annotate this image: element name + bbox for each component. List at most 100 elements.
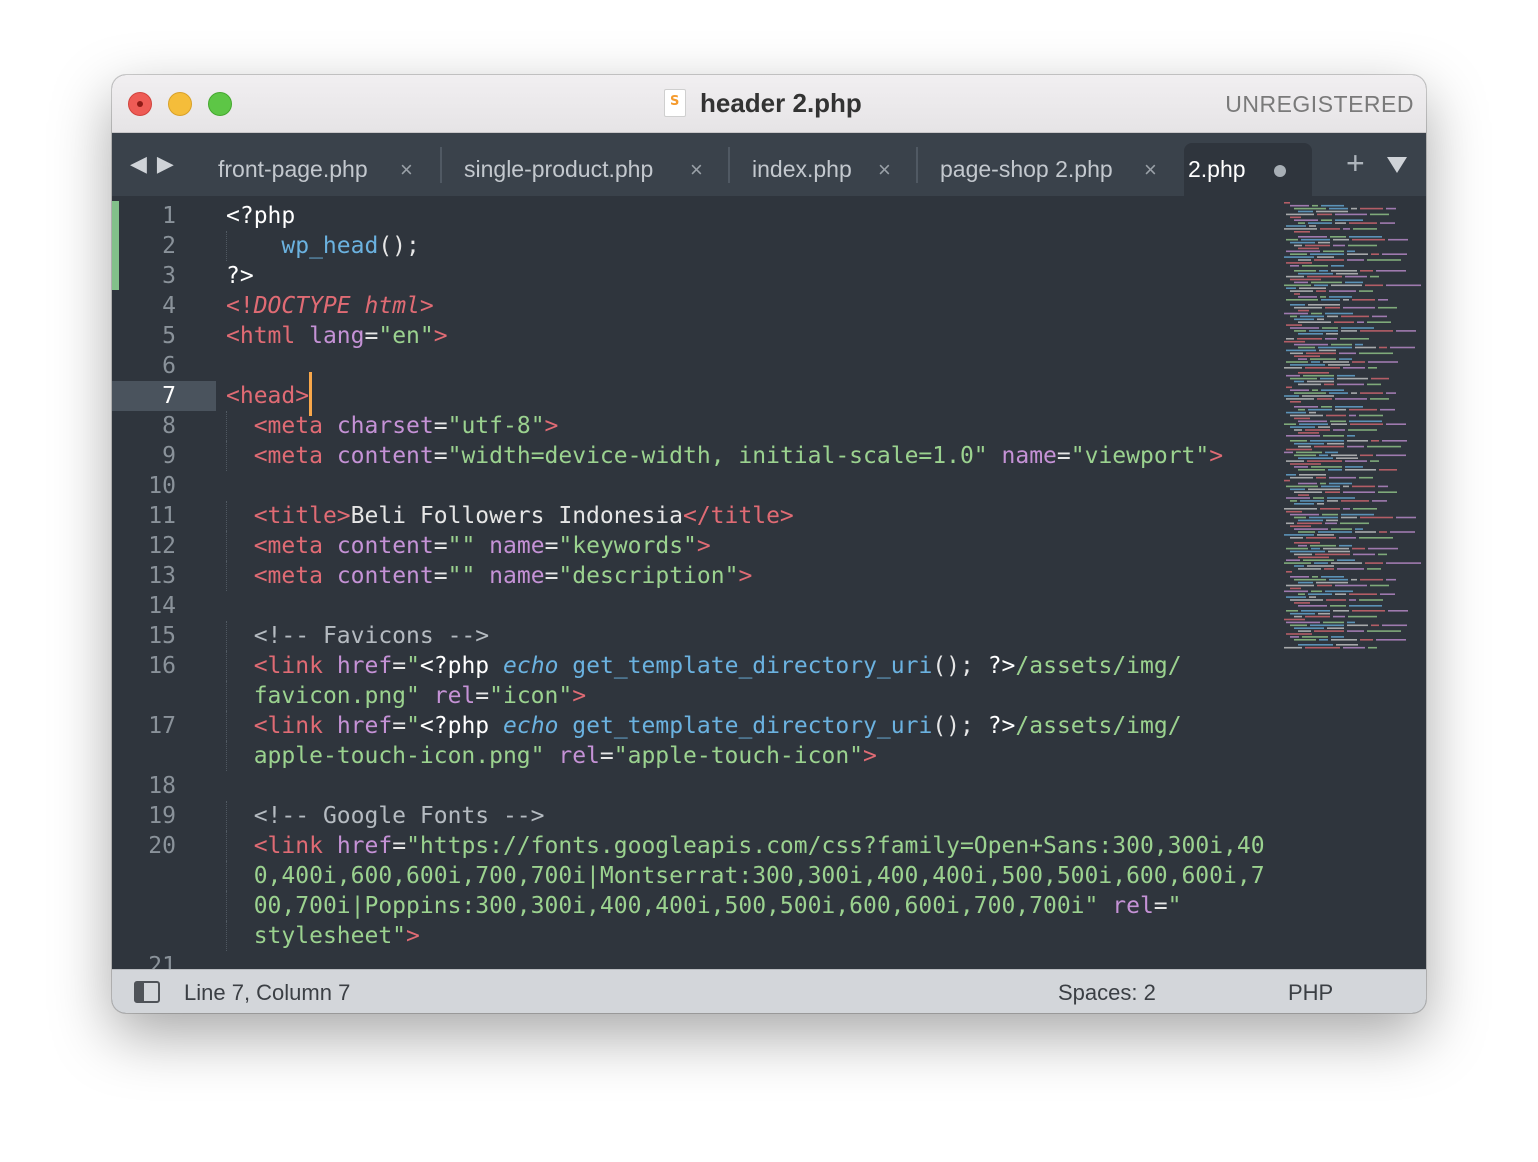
minimap-stroke [1311, 466, 1342, 468]
minimap-stroke [1322, 327, 1338, 329]
minimap-stroke [1360, 330, 1393, 332]
code-line-3[interactable]: 3 ?> [112, 261, 1282, 291]
tab-dropdown-icon[interactable] [1387, 157, 1407, 173]
code-line-6[interactable]: 6 [112, 351, 1282, 381]
minimap-stroke [1286, 448, 1312, 451]
minimap[interactable] [1282, 196, 1426, 656]
code-line-wrap[interactable]: apple-touch-icon.png" rel="apple-touch-i… [112, 741, 1282, 771]
minimap-stroke [1298, 247, 1319, 250]
close-icon[interactable]: × [1144, 157, 1157, 183]
minimap-stroke [1286, 338, 1294, 340]
minimap-stroke [1379, 346, 1387, 349]
minimap-stroke [1333, 615, 1345, 618]
code-line-20[interactable]: 20 <link href="https://fonts.googleapis.… [112, 831, 1282, 861]
minimap-stroke [1345, 275, 1367, 278]
token-tag: <meta [253, 533, 323, 559]
indent-guide [226, 741, 227, 771]
code-line-14[interactable]: 14 [112, 591, 1282, 621]
token-attr: href [336, 713, 393, 739]
minimap-stroke [1319, 639, 1328, 641]
line-number: 15 [148, 623, 176, 649]
code-line-12[interactable]: 12 <meta content="" name="keywords"> [112, 531, 1282, 561]
code-line-19[interactable]: 19 <!-- Google Fonts --> [112, 801, 1282, 831]
token-plain: = [475, 683, 490, 709]
code-line-2[interactable]: 2 wp_head(); [112, 231, 1282, 261]
code-line-7[interactable]: 7 <head> [112, 381, 1282, 411]
tab-single-product[interactable]: single-product.php × [464, 143, 714, 196]
code-line-18[interactable]: 18 [112, 771, 1282, 801]
close-icon[interactable]: × [690, 157, 703, 183]
code-line-21[interactable]: 21 [112, 951, 1282, 969]
token-tag: <head> [226, 383, 310, 409]
zoom-window-button[interactable] [208, 92, 232, 116]
minimap-stroke [1303, 374, 1334, 377]
code-line-13[interactable]: 13 <meta content="" name="description"> [112, 561, 1282, 591]
syntax-selector[interactable]: PHP [1288, 980, 1333, 1006]
code-line-wrap[interactable]: 0,400i,600,600i,700,700i|Montserrat:300,… [112, 861, 1282, 891]
minimap-stroke [1298, 222, 1305, 224]
code-line-5[interactable]: 5 <html lang="en"> [112, 321, 1282, 351]
line-number: 9 [162, 443, 176, 469]
code-line-wrap[interactable]: stylesheet"> [112, 921, 1282, 951]
code-line-17[interactable]: 17 <link href="<?php echo get_template_d… [112, 711, 1282, 741]
minimap-stroke [1345, 466, 1363, 468]
sidebar-toggle-icon[interactable] [134, 981, 160, 1003]
minimap-stroke [1298, 469, 1325, 471]
minimap-stroke [1316, 476, 1326, 479]
token-fn: wp_head [281, 233, 379, 259]
code-line-11[interactable]: 11 <title>Beli Followers Indonesia</titl… [112, 501, 1282, 531]
code-editor[interactable]: 1 <?php 2 wp_head(); 3 ?> 4 <!DOCTYPE html> 5 <h… [112, 196, 1426, 969]
tab-2-php-active[interactable]: 2.php [1184, 143, 1312, 196]
minimap-stroke [1349, 420, 1382, 423]
token-str: "width=device-width, initial-scale=1.0" [447, 443, 988, 469]
indent-guide [226, 651, 227, 681]
close-window-button[interactable] [128, 92, 152, 116]
minimap-stroke [1333, 244, 1345, 247]
minimap-stroke [1388, 610, 1408, 612]
minimap-stroke [1331, 284, 1362, 287]
indent-guide [226, 411, 227, 441]
code-line-10[interactable]: 10 [112, 471, 1282, 501]
code-line-4[interactable]: 4 <!DOCTYPE html> [112, 291, 1282, 321]
new-tab-icon[interactable]: + [1346, 145, 1365, 182]
minimap-stroke [1298, 494, 1309, 496]
minimap-stroke [1370, 275, 1379, 278]
code-line-16[interactable]: 16 <link href="<?php echo get_template_d… [112, 651, 1282, 681]
code-line-15[interactable]: 15 <!-- Favicons --> [112, 621, 1282, 651]
indentation-setting[interactable]: Spaces: 2 [1058, 980, 1156, 1006]
minimap-stroke [1314, 284, 1328, 287]
unsaved-dot-icon[interactable] [1274, 165, 1286, 177]
close-icon[interactable]: × [400, 157, 413, 183]
next-tab-icon[interactable]: ▶ [157, 153, 174, 175]
minimap-stroke [1294, 627, 1324, 629]
prev-tab-icon[interactable]: ◀ [130, 153, 147, 175]
minimap-stroke [1352, 361, 1365, 363]
token-attr: name [1001, 443, 1057, 469]
minimap-stroke [1286, 225, 1306, 227]
minimap-stroke [1284, 284, 1311, 287]
token-plain: = [544, 533, 559, 559]
tab-page-shop[interactable]: page-shop 2.php × [940, 143, 1160, 196]
token-str: "en" [378, 323, 434, 349]
minimize-window-button[interactable] [168, 92, 192, 116]
close-icon[interactable]: × [878, 157, 891, 183]
indent-guide [226, 801, 227, 831]
minimap-stroke [1352, 299, 1375, 301]
minimap-stroke [1299, 423, 1328, 425]
tab-index[interactable]: index.php × [752, 143, 902, 196]
minimap-stroke [1298, 259, 1311, 261]
code-text: 00,700i|Poppins:300,300i,400,400i,500,50… [226, 891, 1182, 921]
minimap-stroke [1325, 312, 1353, 315]
code-line-9[interactable]: 9 <meta content="width=device-width, ini… [112, 441, 1282, 471]
code-line-wrap[interactable]: 00,700i|Poppins:300,300i,400,400i,500,50… [112, 891, 1282, 921]
minimap-stroke [1284, 312, 1308, 315]
minimap-stroke [1290, 636, 1299, 638]
minimap-stroke [1290, 550, 1325, 553]
token-attr: name [489, 563, 545, 589]
tab-front-page[interactable]: front-page.php × [218, 143, 428, 196]
code-line-wrap[interactable]: favicon.png" rel="icon"> [112, 681, 1282, 711]
code-line-1[interactable]: 1 <?php [112, 201, 1282, 231]
code-line-8[interactable]: 8 <meta charset="utf-8"> [112, 411, 1282, 441]
